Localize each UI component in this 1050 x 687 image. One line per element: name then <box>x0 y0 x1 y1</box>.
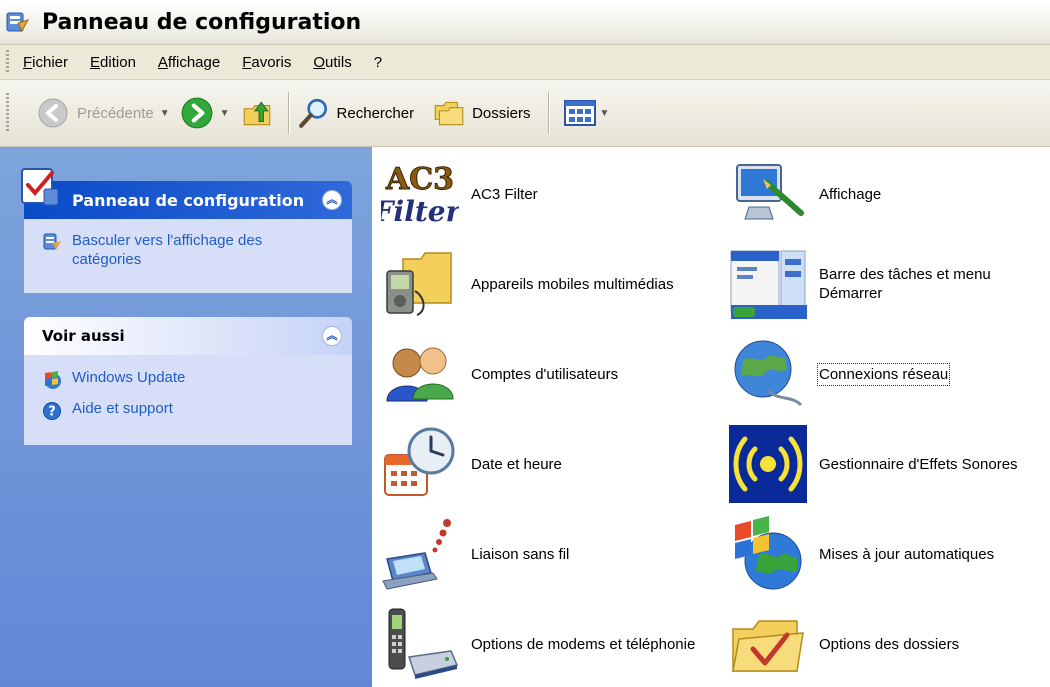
forward-button[interactable] <box>180 96 214 130</box>
item-label: Barre des tâches et menu Démarrer <box>819 266 991 302</box>
control-panel-items: AC3 Filter AC3 Filter Affichage Appareil… <box>373 147 1050 687</box>
see-also-pane-title: Voir aussi <box>42 327 125 345</box>
see-also-pane-body: Windows Update ? Aide et support <box>24 355 352 445</box>
help-support-link[interactable]: ? Aide et support <box>42 400 338 421</box>
display-icon <box>736 164 804 220</box>
see-also-pane-header[interactable]: Voir aussi ︽ <box>24 317 352 355</box>
network-connections-icon <box>734 340 803 407</box>
toolbar-grip[interactable] <box>6 93 9 133</box>
item-label: Connexions réseau <box>816 362 951 386</box>
item-label: Gestionnaire d'Effets Sonores <box>819 455 1018 473</box>
item-label: Comptes d'utilisateurs <box>471 365 619 383</box>
control-panel-task-pane: Panneau de configuration ︽ Basculer vers… <box>21 168 352 293</box>
automatic-updates-icon <box>735 516 802 590</box>
forward-arrow-icon <box>181 97 213 129</box>
folders-label: Dossiers <box>472 104 531 122</box>
toolbar-separator <box>548 92 550 134</box>
search-label: Rechercher <box>336 104 415 122</box>
item-label: Affichage <box>819 185 882 203</box>
windows-update-label: Windows Update <box>72 369 186 386</box>
item-label: Mises à jour automatiques <box>819 545 995 563</box>
item-taskbar-start-menu[interactable]: Barre des tâches et menu Démarrer <box>729 245 1050 323</box>
windows-update-icon <box>45 371 61 389</box>
control-panel-pane-title: Panneau de configuration <box>72 190 305 210</box>
control-panel-pane-body: Basculer vers l'affichage des catégories <box>24 219 352 293</box>
control-panel-icon <box>6 12 30 33</box>
see-also-task-pane: Voir aussi ︽ Windows Update ? Aide et su… <box>24 317 352 445</box>
item-wireless-link[interactable]: Liaison sans fil <box>381 515 569 593</box>
title-bar: Panneau de configuration <box>0 0 1050 45</box>
up-folder-button[interactable] <box>240 96 274 130</box>
item-ac3-filter[interactable]: AC3 Filter AC3 Filter <box>381 155 538 233</box>
item-modem-phone-options[interactable]: Options de modems et téléphonie <box>381 605 695 683</box>
menu-affichage[interactable]: Affichage <box>158 54 220 71</box>
forward-dropdown-icon[interactable]: ▼ <box>220 108 230 119</box>
item-label: Date et heure <box>471 455 562 473</box>
views-icon <box>564 100 597 126</box>
menu-fichier[interactable]: Fichier <box>23 54 68 71</box>
item-automatic-updates[interactable]: Mises à jour automatiques <box>729 515 994 593</box>
mobile-devices-icon <box>386 252 452 316</box>
switch-category-view-label: Basculer vers l'affichage des catégories <box>72 232 263 268</box>
svg-text:AC3: AC3 <box>385 162 454 197</box>
svg-text:Filter: Filter <box>381 195 459 228</box>
item-affichage[interactable]: Affichage <box>729 155 881 233</box>
taskbar-icon <box>730 250 807 319</box>
item-mobile-devices[interactable]: Appareils mobiles multimédias <box>381 245 674 323</box>
user-accounts-icon <box>386 347 454 402</box>
menu-favoris[interactable]: Favoris <box>242 54 291 71</box>
back-dropdown-icon[interactable]: ▼ <box>160 108 170 119</box>
item-label: Liaison sans fil <box>471 545 570 563</box>
sound-effects-icon <box>729 425 807 503</box>
help-icon: ? <box>43 402 61 420</box>
views-dropdown-icon[interactable]: ▼ <box>599 108 609 119</box>
menu-help[interactable]: ? <box>374 54 382 71</box>
ac3-filter-icon: AC3 Filter <box>381 159 459 229</box>
menu-edition[interactable]: Edition <box>90 54 136 71</box>
back-label: Précédente <box>77 104 154 122</box>
item-label: AC3 Filter <box>471 185 538 203</box>
windows-update-link[interactable]: Windows Update <box>42 369 338 390</box>
folders-button[interactable]: Dossiers <box>432 96 530 130</box>
svg-text:?: ? <box>48 405 56 420</box>
menu-grip[interactable] <box>6 50 9 74</box>
control-panel-pane-header[interactable]: Panneau de configuration ︽ <box>21 168 352 219</box>
toolbar: Précédente ▼ ▼ Rechercher Dossiers ▼ <box>0 80 1050 147</box>
item-network-connections[interactable]: Connexions réseau <box>729 335 951 413</box>
collapse-icon[interactable]: ︽ <box>322 190 342 210</box>
switch-category-view-link[interactable]: Basculer vers l'affichage des catégories <box>42 231 338 269</box>
folder-options-icon <box>732 620 804 672</box>
window-title: Panneau de configuration <box>42 9 362 35</box>
wireless-icon <box>382 519 451 590</box>
item-user-accounts[interactable]: Comptes d'utilisateurs <box>381 335 618 413</box>
search-icon <box>298 98 327 128</box>
views-button[interactable]: ▼ <box>563 98 619 128</box>
control-panel-pane-icon <box>21 168 59 206</box>
collapse-icon[interactable]: ︽ <box>322 326 342 346</box>
menu-outils[interactable]: Outils <box>313 54 351 71</box>
search-button[interactable]: Rechercher <box>297 96 415 130</box>
item-label: Appareils mobiles multimédias <box>471 275 674 293</box>
menu-bar: Fichier Edition Affichage Favoris Outils… <box>0 45 1050 80</box>
item-label: Options de modems et téléphonie <box>471 635 696 653</box>
item-label: Options des dossiers <box>819 635 960 653</box>
toolbar-separator <box>287 92 289 134</box>
folders-icon <box>434 101 464 126</box>
item-folder-options[interactable]: Options des dossiers <box>729 605 959 683</box>
date-time-icon <box>384 427 455 496</box>
back-button[interactable]: Précédente <box>37 97 154 129</box>
help-support-label: Aide et support <box>72 400 173 417</box>
item-date-time[interactable]: Date et heure <box>381 425 562 503</box>
switch-view-icon <box>43 233 61 250</box>
modem-phone-icon <box>388 608 459 679</box>
task-sidebar: Panneau de configuration ︽ Basculer vers… <box>0 147 372 687</box>
back-arrow-icon <box>38 98 68 128</box>
up-folder-icon <box>243 101 270 126</box>
item-sound-effects-manager[interactable]: Gestionnaire d'Effets Sonores <box>729 425 1018 503</box>
